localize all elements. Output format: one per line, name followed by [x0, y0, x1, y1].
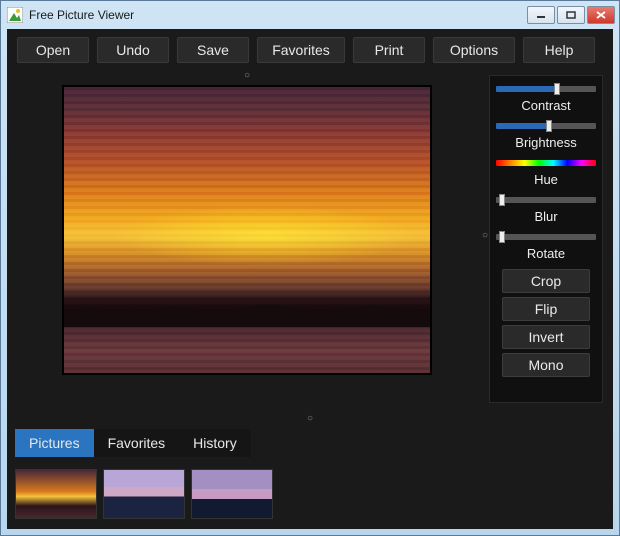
hue-slider[interactable]: [496, 156, 596, 168]
resize-handle-bottom[interactable]: ○: [15, 415, 605, 423]
image-viewport[interactable]: [62, 85, 432, 375]
rotate-label: Rotate: [496, 244, 596, 265]
crop-button[interactable]: Crop: [502, 269, 590, 293]
bottom-bar: ○ Pictures Favorites History: [7, 411, 613, 529]
hue-label: Hue: [496, 170, 596, 191]
thumbnail[interactable]: [191, 469, 273, 519]
maximize-button[interactable]: [557, 6, 585, 24]
blur-label: Blur: [496, 207, 596, 228]
thumbnail-strip: [15, 463, 605, 519]
minimize-button[interactable]: [527, 6, 555, 24]
thumbnail[interactable]: [15, 469, 97, 519]
open-button[interactable]: Open: [17, 37, 89, 63]
window-controls: [527, 6, 615, 24]
titlebar: Free Picture Viewer: [1, 1, 619, 29]
bottom-tabs: Pictures Favorites History: [15, 429, 605, 457]
favorites-button[interactable]: Favorites: [257, 37, 345, 63]
client-area: Open Undo Save Favorites Print Options H…: [7, 29, 613, 529]
tab-favorites[interactable]: Favorites: [94, 429, 180, 457]
contrast-label: Contrast: [496, 96, 596, 117]
blur-slider[interactable]: [496, 193, 596, 205]
flip-button[interactable]: Flip: [502, 297, 590, 321]
contrast-slider[interactable]: [496, 82, 596, 94]
current-image: [64, 87, 430, 373]
menubar: Open Undo Save Favorites Print Options H…: [7, 29, 613, 71]
undo-button[interactable]: Undo: [97, 37, 169, 63]
resize-handle-side[interactable]: ○: [482, 230, 488, 241]
image-column: ○: [17, 71, 477, 403]
rotate-slider[interactable]: [496, 230, 596, 242]
tab-pictures[interactable]: Pictures: [15, 429, 94, 457]
thumbnail[interactable]: [103, 469, 185, 519]
invert-button[interactable]: Invert: [502, 325, 590, 349]
app-window: Free Picture Viewer Open Undo Save Favor…: [0, 0, 620, 536]
brightness-slider[interactable]: [496, 119, 596, 131]
adjustments-panel: Contrast Brightness Hue Blur ○: [489, 75, 603, 403]
print-button[interactable]: Print: [353, 37, 425, 63]
resize-handle-top[interactable]: ○: [244, 71, 250, 81]
brightness-label: Brightness: [496, 133, 596, 154]
main-area: ○ Contrast Brightness: [7, 71, 613, 411]
app-icon: [7, 7, 23, 23]
save-button[interactable]: Save: [177, 37, 249, 63]
window-title: Free Picture Viewer: [29, 8, 521, 22]
options-button[interactable]: Options: [433, 37, 515, 63]
mono-button[interactable]: Mono: [502, 353, 590, 377]
tab-history[interactable]: History: [179, 429, 251, 457]
help-button[interactable]: Help: [523, 37, 595, 63]
close-button[interactable]: [587, 6, 615, 24]
